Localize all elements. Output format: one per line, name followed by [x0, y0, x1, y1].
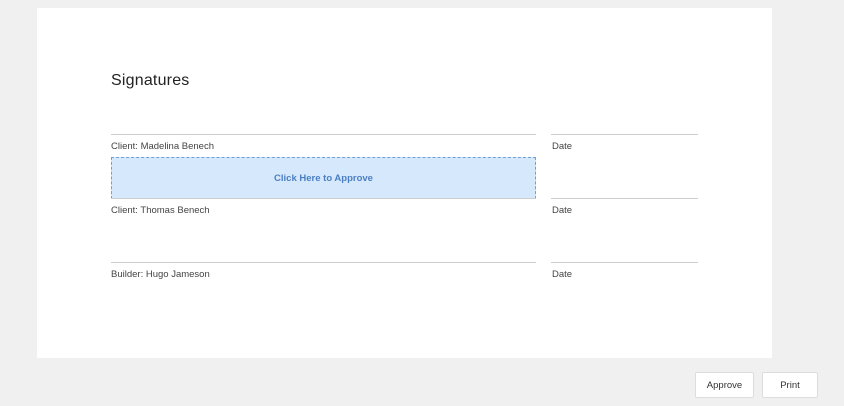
signature-label-client-thomas: Client: Thomas Benech — [111, 205, 210, 216]
signature-label-client-madelina: Client: Madelina Benech — [111, 141, 214, 152]
signatures-heading: Signatures — [111, 72, 190, 89]
print-button[interactable]: Print — [762, 372, 818, 398]
click-to-approve-button[interactable]: Click Here to Approve — [111, 157, 536, 199]
signature-line-client-madelina — [111, 134, 536, 135]
document-sheet: Signatures Client: Madelina Benech Date … — [37, 8, 772, 358]
date-label-builder-hugo: Date — [552, 269, 573, 280]
approve-button[interactable]: Approve — [695, 372, 754, 398]
date-label-client-madelina: Date — [552, 141, 573, 152]
signature-line-builder-hugo — [111, 262, 536, 263]
date-label-client-thomas: Date — [552, 205, 573, 216]
date-line-client-thomas — [551, 198, 698, 199]
signature-line-client-thomas — [111, 198, 536, 199]
date-line-builder-hugo — [551, 262, 698, 263]
signature-label-builder-hugo: Builder: Hugo Jameson — [111, 269, 210, 280]
date-line-client-madelina — [551, 134, 698, 135]
